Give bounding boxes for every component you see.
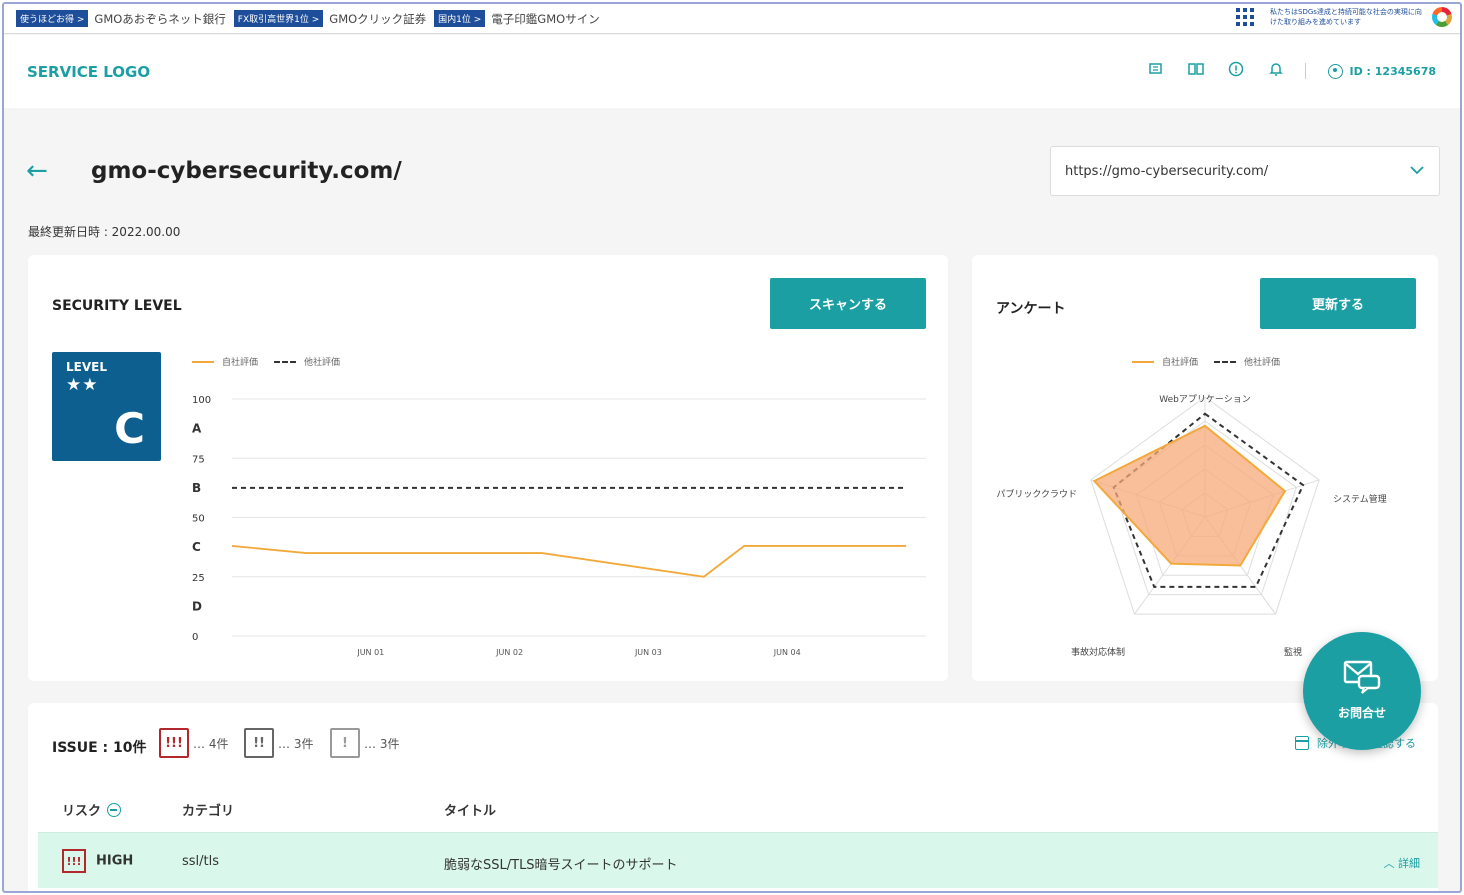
calendar-icon bbox=[1295, 736, 1309, 750]
apps-grid-icon[interactable] bbox=[1236, 8, 1254, 26]
group-banner: 使うほどお得 > GMOあおぞらネット銀行 FX取引高世界1位 > GMOクリッ… bbox=[4, 4, 1460, 34]
x-tick-label: JUN 03 bbox=[634, 648, 662, 657]
issue-table-header: リスク カテゴリ タイトル bbox=[38, 784, 1438, 832]
user-id[interactable]: ID : 12345678 bbox=[1349, 65, 1436, 78]
news-icon[interactable] bbox=[1147, 61, 1165, 81]
severity-medium-count: … 3件 bbox=[278, 736, 314, 751]
y-tick-label: 25 bbox=[192, 573, 205, 584]
security-level-card: SECURITY LEVEL スキャンする LEVEL ★★ C 自社評価 他社… bbox=[28, 255, 948, 681]
risk-label: HIGH bbox=[96, 853, 134, 869]
contact-fab-label: お問合せ bbox=[1337, 706, 1386, 720]
security-line-chart: 0 D 25 C 50 B 75 A 100 JUN 01 JUN 02 JUN 03 JUN 04 bbox=[192, 395, 926, 657]
radar-axis-label: パブリッククラウド bbox=[996, 488, 1077, 500]
y-tick-label: 50 bbox=[192, 514, 205, 525]
radar-axis-label: システム管理 bbox=[1333, 493, 1387, 505]
radar-axis-label: 監視 bbox=[1284, 646, 1302, 658]
x-tick-label: JUN 04 bbox=[773, 648, 801, 657]
detail-toggle[interactable]: ︿ 詳細 bbox=[1384, 855, 1421, 871]
url-select-value: https://gmo-cybersecurity.com/ bbox=[1065, 163, 1269, 179]
chevron-up-icon: ︿ bbox=[1383, 857, 1395, 870]
header-separator bbox=[1305, 63, 1307, 79]
y-tick-label: 0 bbox=[192, 632, 198, 643]
x-tick-label: JUN 01 bbox=[356, 648, 384, 657]
user-icon[interactable] bbox=[1328, 63, 1344, 79]
banner-link-2[interactable]: GMOクリック証券 bbox=[329, 11, 426, 27]
y-tick-label: B bbox=[192, 481, 201, 495]
banner-link-1[interactable]: GMOあおぞらネット銀行 bbox=[94, 11, 225, 27]
radar-axis-label: 事故対応体制 bbox=[1071, 646, 1125, 658]
mail-chat-icon bbox=[1343, 660, 1381, 694]
banner-link-3[interactable]: 電子印鑑GMOサイン bbox=[491, 11, 599, 27]
page-title: gmo-cybersecurity.com/ bbox=[91, 158, 402, 184]
column-category: カテゴリ bbox=[182, 804, 235, 819]
severity-medium[interactable]: !! … 3件 bbox=[244, 728, 313, 758]
severity-low[interactable]: ! … 3件 bbox=[330, 728, 399, 758]
column-title: タイトル bbox=[444, 804, 497, 819]
radar-series-self bbox=[1092, 424, 1287, 567]
banner-tag-1[interactable]: 使うほどお得 > bbox=[16, 10, 89, 27]
manual-book-icon[interactable] bbox=[1187, 61, 1205, 81]
sdg-text: 私たちはSDGs達成と持続可能な社会の実現に向けた取り組みを進めています bbox=[1270, 8, 1422, 26]
severity-high-icon: !!! bbox=[159, 728, 189, 758]
sdg-logo-icon bbox=[1432, 7, 1452, 27]
high-risk-icon: !!! bbox=[62, 849, 86, 873]
contact-fab[interactable]: お問合せ bbox=[1303, 632, 1421, 750]
column-risk[interactable]: リスク bbox=[62, 800, 122, 819]
y-tick-label: A bbox=[192, 422, 202, 436]
title-cell: 脆弱なSSL/TLS暗号スイートのサポート bbox=[444, 858, 678, 873]
sort-icon[interactable] bbox=[107, 803, 122, 817]
y-tick-label: 100 bbox=[192, 395, 211, 406]
bell-icon[interactable] bbox=[1267, 61, 1285, 81]
last-updated: 最終更新日時 : 2022.00.00 bbox=[28, 225, 181, 239]
banner-tag-3[interactable]: 国内1位 > bbox=[434, 10, 486, 27]
survey-card: アンケート 更新する 自社評価 他社評価 Webアプリケーション システム管理 監視… bbox=[972, 255, 1438, 681]
severity-low-count: … 3件 bbox=[364, 736, 400, 751]
y-tick-label: 75 bbox=[192, 454, 205, 465]
y-tick-label: C bbox=[192, 540, 201, 554]
severity-high[interactable]: !!! … 4件 bbox=[159, 728, 228, 758]
y-tick-label: D bbox=[192, 599, 202, 613]
series-self-line bbox=[231, 545, 906, 578]
severity-medium-icon: !! bbox=[244, 728, 274, 758]
survey-radar-chart: Webアプリケーションシステム管理監視 事故対応体制 パブリッククラウド bbox=[996, 394, 1387, 658]
chevron-down-icon bbox=[1409, 163, 1425, 179]
severity-high-count: … 4件 bbox=[193, 736, 229, 751]
app-header: SERVICE LOGO ID : 12345678 bbox=[4, 35, 1460, 108]
risk-cell: !!! HIGH bbox=[62, 849, 133, 873]
help-icon[interactable] bbox=[1227, 61, 1245, 81]
table-row[interactable]: !!! HIGH ssl/tls 脆弱なSSL/TLS暗号スイートのサポート ︿ … bbox=[38, 832, 1438, 888]
service-logo[interactable]: SERVICE LOGO bbox=[27, 63, 150, 81]
category-cell: ssl/tls bbox=[182, 854, 220, 869]
column-risk-label: リスク bbox=[62, 804, 102, 819]
app-frame: 使うほどお得 > GMOあおぞらネット銀行 FX取引高世界1位 > GMOクリッ… bbox=[2, 2, 1462, 893]
severity-low-icon: ! bbox=[330, 728, 360, 758]
detail-label: 詳細 bbox=[1398, 857, 1420, 870]
banner-tag-2[interactable]: FX取引高世界1位 > bbox=[233, 10, 324, 27]
url-select[interactable]: https://gmo-cybersecurity.com/ bbox=[1050, 146, 1440, 196]
back-arrow-icon[interactable]: ← bbox=[26, 156, 48, 186]
x-tick-label: JUN 02 bbox=[495, 648, 523, 657]
radar-axis-label: Webアプリケーション bbox=[1159, 394, 1250, 405]
issue-title: ISSUE : 10件 bbox=[52, 740, 147, 756]
